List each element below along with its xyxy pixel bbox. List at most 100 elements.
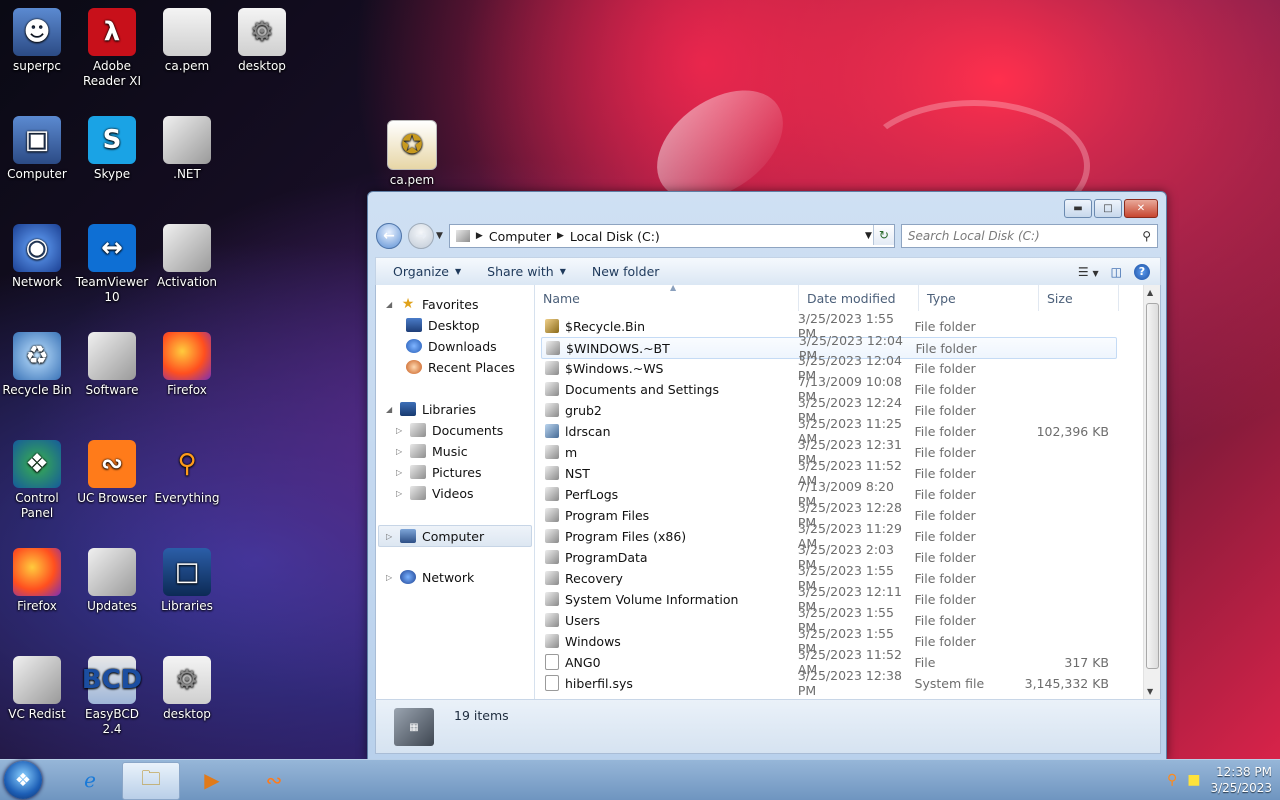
breadcrumb-local-disk[interactable]: Local Disk (C:) bbox=[570, 229, 660, 244]
drive-icon bbox=[455, 230, 470, 242]
notification-icon[interactable]: ■ bbox=[1187, 772, 1200, 788]
desktop-icon-everything[interactable]: ⚲ Everything bbox=[150, 440, 224, 506]
settings-file-icon: ⚙ bbox=[163, 656, 211, 704]
desktop-icon-desktop-2[interactable]: ⚙ desktop bbox=[150, 656, 224, 722]
column-type[interactable]: Type bbox=[919, 285, 1039, 311]
desktop-icon-vc-redist[interactable]: VC Redist bbox=[0, 656, 74, 722]
column-type-label: Type bbox=[927, 290, 956, 306]
close-button[interactable]: ✕ bbox=[1124, 199, 1158, 218]
desktop-icon-adobe-reader[interactable]: λ Adobe Reader XI bbox=[75, 8, 149, 89]
back-button[interactable]: ← bbox=[376, 223, 402, 249]
certificate-icon: ✪ bbox=[387, 120, 437, 170]
breadcrumb-computer[interactable]: Computer bbox=[489, 229, 551, 244]
breadcrumb-chevron-icon[interactable]: ▶ bbox=[476, 231, 483, 241]
desktop-icon-ca-pem[interactable]: ca.pem bbox=[150, 8, 224, 74]
file-type: File folder bbox=[914, 318, 976, 334]
collapsed-arrow-icon[interactable]: ▷ bbox=[396, 489, 404, 498]
nav-network[interactable]: ▷ Network bbox=[386, 567, 474, 587]
nav-computer[interactable]: ▷ Computer bbox=[378, 525, 532, 547]
taskbar-media-player[interactable]: ▶ bbox=[184, 762, 240, 798]
desktop-icon-desktop[interactable]: ⚙ desktop bbox=[225, 8, 299, 74]
desktop-icon-libraries[interactable]: □ Libraries bbox=[150, 548, 224, 614]
desktop-icon-easybcd[interactable]: BCD EasyBCD 2.4 bbox=[75, 656, 149, 737]
file-name: $Windows.~WS bbox=[565, 360, 664, 376]
desktop-icon-software[interactable]: Software bbox=[75, 332, 149, 398]
organize-button[interactable]: Organize ▼ bbox=[376, 264, 474, 279]
scroll-down-icon[interactable]: ▼ bbox=[1147, 687, 1153, 696]
nav-favorites[interactable]: ◢ ★ Favorites bbox=[386, 294, 478, 314]
chevron-down-icon: ▼ bbox=[455, 267, 462, 276]
desktop-icon-label: Skype bbox=[93, 167, 131, 181]
desktop-icon-uc-browser[interactable]: ∾ UC Browser bbox=[75, 440, 149, 506]
collapsed-arrow-icon[interactable]: ▷ bbox=[396, 426, 404, 435]
refresh-button[interactable]: ↻ bbox=[872, 225, 894, 245]
search-input[interactable]: Search Local Disk (C:) ⚲ bbox=[900, 224, 1158, 248]
desktop-icon-label: Recycle Bin bbox=[2, 383, 72, 397]
desktop-icon-recycle-bin[interactable]: ♻ Recycle Bin bbox=[0, 332, 74, 398]
breadcrumb-chevron-icon[interactable]: ▶ bbox=[557, 231, 564, 241]
desktop-icon-superpc[interactable]: ☻ superpc bbox=[0, 8, 74, 74]
file-name: ANG0 bbox=[565, 654, 601, 670]
desktop-icon-dotnet[interactable]: .NET bbox=[150, 116, 224, 182]
taskbar-windows-explorer[interactable]: 🗀 bbox=[122, 762, 180, 800]
new-folder-button[interactable]: New folder bbox=[579, 264, 673, 279]
folder-icon bbox=[545, 382, 559, 396]
preview-pane-icon[interactable]: ◫ bbox=[1111, 265, 1122, 279]
file-date-modified: 3/25/2023 12:38 PM bbox=[797, 668, 902, 698]
minimize-button[interactable]: ▬ bbox=[1064, 199, 1092, 218]
nav-recent-places[interactable]: Recent Places bbox=[406, 357, 515, 377]
column-size[interactable]: Size bbox=[1039, 285, 1119, 311]
nav-documents-label: Documents bbox=[432, 422, 504, 438]
file-type: File folder bbox=[914, 570, 976, 586]
expand-arrow-icon[interactable]: ◢ bbox=[386, 300, 394, 309]
scroll-up-icon[interactable]: ▲ bbox=[1147, 288, 1153, 297]
recent-pages-dropdown-icon[interactable]: ▼ bbox=[436, 231, 443, 241]
desktop-icon-teamviewer[interactable]: ↔ TeamViewer 10 bbox=[75, 224, 149, 305]
column-name[interactable]: ▲ Name bbox=[535, 283, 799, 311]
share-with-button[interactable]: Share with ▼ bbox=[474, 264, 579, 279]
desktop-icon-activation[interactable]: Activation bbox=[150, 224, 224, 290]
taskbar-uc-browser[interactable]: ∾ bbox=[246, 762, 302, 798]
scrollbar-thumb[interactable] bbox=[1146, 303, 1159, 669]
uc-browser-icon: ∾ bbox=[88, 440, 136, 488]
collapsed-arrow-icon[interactable]: ▷ bbox=[396, 447, 404, 456]
clock[interactable]: 12:38 PM 3/25/2023 bbox=[1210, 764, 1272, 796]
file-row[interactable]: hiberfil.sys 3/25/2023 12:38 PM System fil… bbox=[541, 668, 1115, 698]
desktop-icon-skype[interactable]: S Skype bbox=[75, 116, 149, 182]
view-options-icon[interactable]: ☰ ▼ bbox=[1078, 265, 1099, 279]
nav-music[interactable]: ▷ Music bbox=[396, 441, 468, 461]
vertical-scrollbar[interactable]: ▲ ▼ bbox=[1143, 285, 1160, 699]
uc-browser-icon: ∾ bbox=[265, 768, 283, 792]
star-icon: ★ bbox=[401, 296, 415, 312]
desktop-icon-label: superpc bbox=[12, 59, 61, 73]
address-dropdown-icon[interactable]: ▼ bbox=[865, 231, 872, 241]
nav-documents[interactable]: ▷ Documents bbox=[396, 420, 503, 440]
desktop-icon-network[interactable]: ◉ Network bbox=[0, 224, 74, 290]
collapsed-arrow-icon[interactable]: ▷ bbox=[386, 573, 394, 582]
desktop-icon-updates[interactable]: Updates bbox=[75, 548, 149, 614]
column-date-modified[interactable]: Date modified bbox=[799, 285, 919, 311]
nav-videos[interactable]: ▷ Videos bbox=[396, 483, 474, 503]
help-icon[interactable]: ? bbox=[1134, 263, 1150, 280]
forward-button[interactable]: → bbox=[408, 223, 434, 249]
nav-downloads[interactable]: Downloads bbox=[406, 336, 497, 356]
nav-pictures[interactable]: ▷ Pictures bbox=[396, 462, 482, 482]
search-icon[interactable]: ⚲ bbox=[1167, 772, 1177, 788]
taskbar-internet-explorer[interactable]: ℯ bbox=[62, 762, 118, 798]
file-type: File folder bbox=[914, 486, 976, 502]
start-button[interactable]: ❖ bbox=[4, 761, 42, 799]
expand-arrow-icon[interactable]: ◢ bbox=[386, 405, 394, 414]
collapsed-arrow-icon[interactable]: ▷ bbox=[396, 468, 404, 477]
desktop-icon-label: Firefox bbox=[17, 599, 57, 613]
nav-computer-label: Computer bbox=[422, 528, 485, 544]
desktop-icon-firefox-2[interactable]: Firefox bbox=[0, 548, 74, 614]
desktop-icon-ca-pem-certificate[interactable]: ✪ ca.pem bbox=[375, 120, 449, 188]
desktop-icon-firefox[interactable]: Firefox bbox=[150, 332, 224, 398]
collapsed-arrow-icon[interactable]: ▷ bbox=[386, 532, 394, 541]
nav-desktop[interactable]: Desktop bbox=[406, 315, 480, 335]
maximize-button[interactable]: □ bbox=[1094, 199, 1122, 218]
nav-libraries[interactable]: ◢ Libraries bbox=[386, 399, 476, 419]
desktop-icon-control-panel[interactable]: ❖ Control Panel bbox=[0, 440, 74, 521]
address-bar[interactable]: ▶ Computer ▶ Local Disk (C:) ▼ ↻ bbox=[448, 224, 895, 248]
desktop-icon-computer[interactable]: ▣ Computer bbox=[0, 116, 74, 182]
